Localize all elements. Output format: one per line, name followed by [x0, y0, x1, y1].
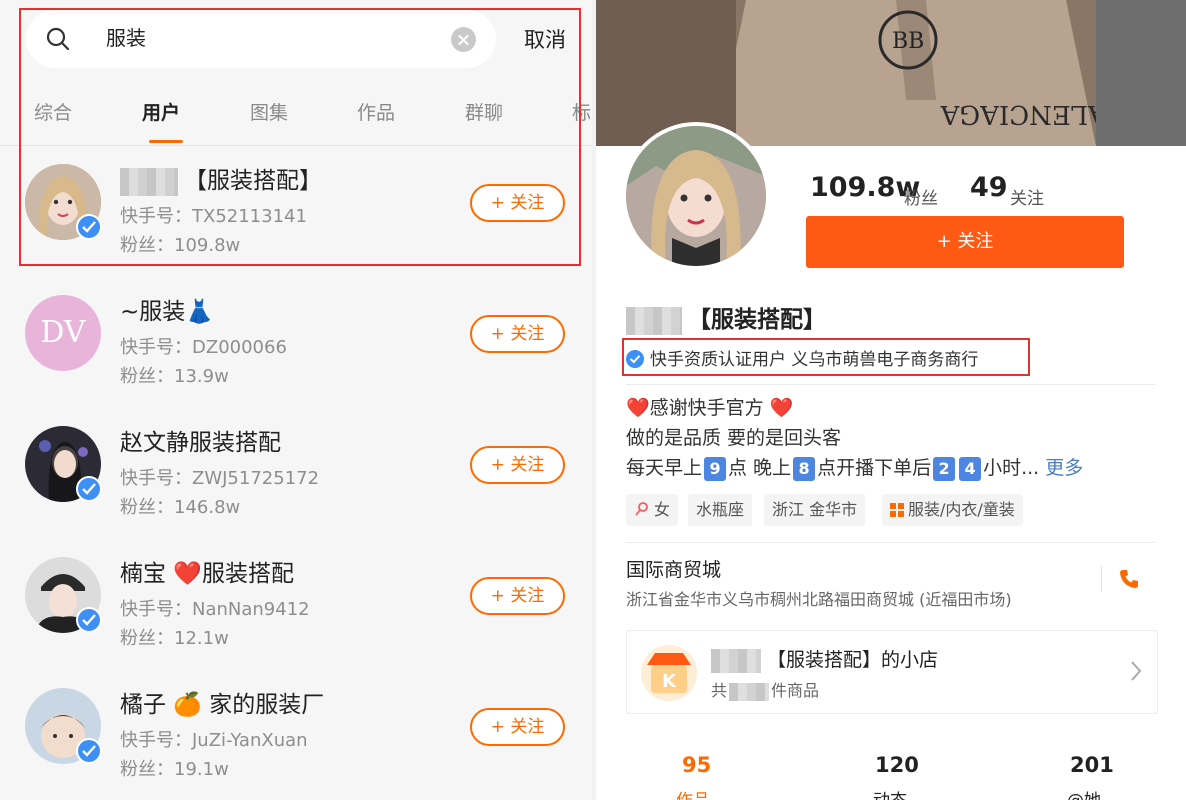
follow-button-large[interactable]: + 关注 [806, 216, 1124, 268]
verified-badge-icon [76, 738, 102, 764]
tab-works-label[interactable]: 作品 [676, 786, 710, 800]
follow-button[interactable]: + 关注 [470, 315, 565, 353]
avatar[interactable]: DV [25, 295, 101, 371]
gender-chip: 女 [626, 494, 679, 526]
user-fans: 粉丝：13.9w [120, 366, 229, 387]
shop-card[interactable]: K 【服装搭配】的小店 共件商品 [626, 630, 1158, 714]
profile-panel: BB BALENCIAGA 109.8w 粉丝 49 关注 + 关注 【服装搭配… [596, 0, 1186, 800]
bio-line: 做的是品质 要的是回头客 [626, 427, 842, 449]
divider [626, 384, 1156, 385]
profile-name: 【服装搭配】 [626, 300, 826, 335]
following-label: 关注 [1010, 189, 1044, 209]
shop-product-count: 共件商品 [711, 681, 820, 701]
user-result-row[interactable]: 楠宝 ❤️服装搭配 快手号：NanNan9412 粉丝：12.1w + 关注 [0, 543, 592, 673]
tab-mentions-count[interactable]: 201 [1070, 753, 1114, 777]
highlight-box [622, 338, 1030, 376]
user-name: 橘子 🍊 家的服装厂 [120, 692, 325, 718]
redacted-name-blur [711, 648, 761, 673]
avatar-letters: DV [40, 315, 86, 350]
user-fans: 粉丝：19.1w [120, 759, 229, 780]
user-fans: 粉丝：12.1w [120, 628, 229, 649]
divider [626, 542, 1156, 543]
user-name: 楠宝 ❤️服装搭配 [120, 561, 294, 587]
verified-badge-icon [76, 476, 102, 502]
redacted-name-blur [626, 306, 682, 335]
shop-icon: K [641, 645, 697, 701]
verified-badge-icon [76, 607, 102, 633]
zodiac-chip: 水瓶座 [688, 494, 753, 526]
number-chip: 2 [933, 456, 956, 481]
user-result-row[interactable]: DV ~服装👗 快手号：DZ000066 粉丝：13.9w + 关注 [0, 281, 592, 411]
svg-text:BB: BB [892, 29, 924, 54]
user-id: 快手号：NanNan9412 [120, 599, 310, 620]
shop-name: 【服装搭配】的小店 [711, 645, 938, 673]
number-chip: 9 [704, 456, 727, 481]
fans-label: 粉丝 [904, 189, 938, 209]
tab-moments-label[interactable]: 动态 [873, 786, 907, 800]
user-result-row[interactable]: 橘子 🍊 家的服装厂 快手号：JuZi-YanXuan 粉丝：19.1w + 关… [0, 674, 592, 800]
user-result-row[interactable]: 赵文静服装搭配 快手号：ZWJ51725172 粉丝：146.8w + 关注 [0, 412, 592, 542]
divider [1101, 566, 1102, 592]
user-name: ~服装👗 [120, 299, 214, 325]
number-chip: 4 [959, 456, 982, 481]
redacted-count-blur [729, 682, 770, 701]
phone-icon[interactable] [1118, 568, 1140, 590]
follow-button[interactable]: + 关注 [470, 577, 565, 615]
search-results-panel: 服装 取消 综合 用户 图集 作品 群聊 标 【服装搭配】 快手号：TX5211… [0, 0, 592, 800]
following-count: 49 [970, 172, 1008, 203]
bio-line: 每天早上 9 点 晚上 8 点开播下单后 2 4 小时... 更多 [626, 456, 1084, 481]
location-title[interactable]: 国际商贸城 [626, 555, 721, 582]
user-fans: 粉丝：146.8w [120, 497, 241, 518]
grid-icon [890, 503, 904, 517]
profile-avatar[interactable] [622, 122, 770, 270]
female-icon [635, 502, 648, 516]
user-id: 快手号：JuZi-YanXuan [120, 730, 308, 751]
highlight-box [19, 8, 581, 266]
region-chip: 浙江 金华市 [764, 494, 866, 526]
tab-works-count[interactable]: 95 [682, 753, 711, 777]
location-address[interactable]: 浙江省金华市义乌市稠州北路福田商贸城 (近福田市场) [626, 586, 1012, 610]
tab-mentions-label[interactable]: @她 [1067, 786, 1101, 800]
category-chip: 服装/内衣/童装 [882, 494, 1023, 526]
svg-text:K: K [662, 671, 677, 692]
user-id: 快手号：ZWJ51725172 [120, 468, 320, 489]
chevron-right-icon [1131, 661, 1142, 681]
user-name: 赵文静服装搭配 [120, 430, 281, 456]
follow-button[interactable]: + 关注 [470, 708, 565, 746]
bio-more-link[interactable]: 更多 [1045, 457, 1083, 479]
tab-moments-count[interactable]: 120 [875, 753, 919, 777]
follow-button[interactable]: + 关注 [470, 446, 565, 484]
number-chip: 8 [793, 456, 816, 481]
bio-line: ❤️感谢快手官方 ❤️ [626, 397, 794, 419]
user-id: 快手号：DZ000066 [120, 337, 287, 358]
